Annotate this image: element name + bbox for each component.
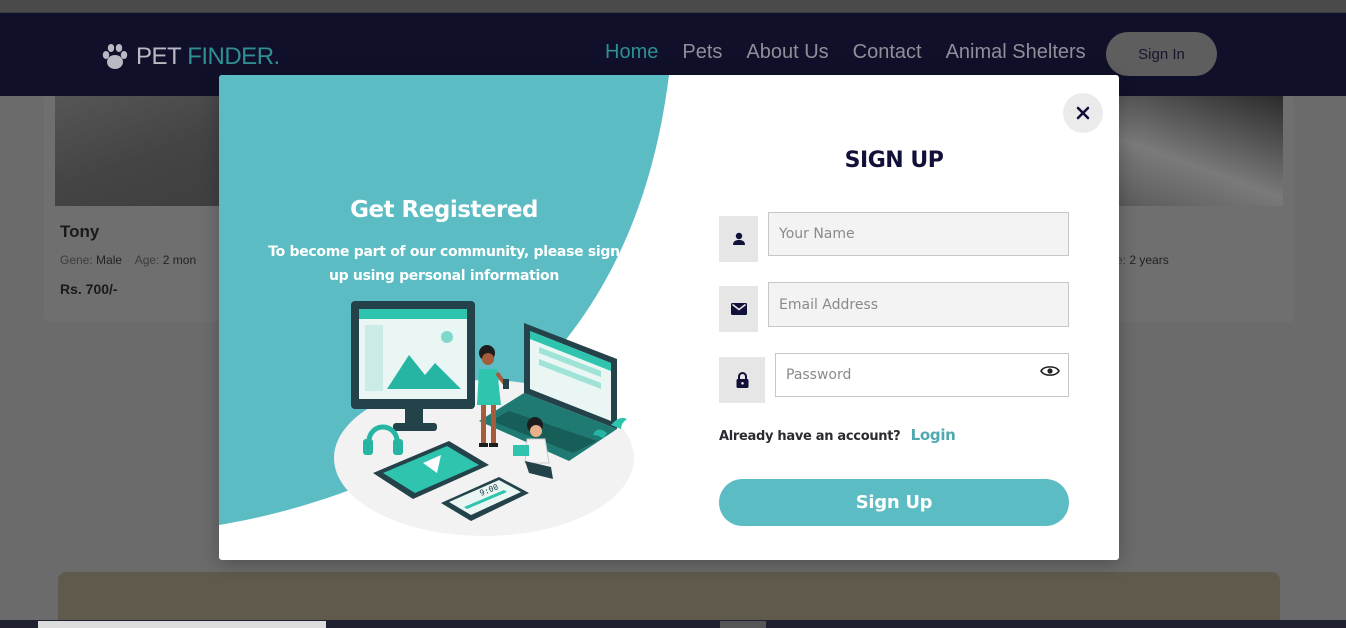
user-icon xyxy=(732,232,745,245)
sign-up-button[interactable]: Sign Up xyxy=(719,479,1069,526)
pet-meta: e: 2 years xyxy=(1116,253,1169,267)
age-value: 2 years xyxy=(1129,253,1169,267)
have-account-text: Already have an account? xyxy=(719,429,901,444)
email-input[interactable] xyxy=(768,282,1069,327)
mail-icon xyxy=(730,303,747,315)
eye-icon[interactable] xyxy=(1040,364,1060,378)
pet-card[interactable]: e: 2 years xyxy=(1116,96,1294,322)
pet-meta: Gene: Male Age: 2 mon xyxy=(60,253,196,267)
nav-link-about[interactable]: About Us xyxy=(746,41,828,64)
pet-price: Rs. 700/- xyxy=(60,281,118,297)
name-icon-box xyxy=(719,216,758,262)
taskbar-window[interactable] xyxy=(38,621,326,628)
nav-link-home[interactable]: Home xyxy=(605,41,658,64)
pet-card[interactable]: Tony Gene: Male Age: 2 mon Rs. 700/- xyxy=(44,96,224,322)
taskbar-window[interactable] xyxy=(720,621,766,628)
left-panel-title: Get Registered xyxy=(350,197,538,223)
lock-icon xyxy=(736,372,748,388)
pet-photo xyxy=(1116,96,1283,206)
gender-label: Gene: xyxy=(60,253,93,267)
password-icon-box xyxy=(719,357,765,403)
paw-icon xyxy=(102,44,128,69)
nav-link-pets[interactable]: Pets xyxy=(682,41,722,64)
signup-modal: Get Registered To become part of our com… xyxy=(219,75,1119,560)
name-input[interactable] xyxy=(768,212,1069,256)
left-panel-subtitle: To become part of our community, please … xyxy=(268,244,620,284)
close-button[interactable] xyxy=(1063,93,1103,133)
registration-illustration: 9:00 xyxy=(334,301,634,536)
password-input[interactable] xyxy=(775,353,1069,397)
pet-photo xyxy=(55,96,224,206)
login-link[interactable]: Login xyxy=(911,426,956,444)
email-icon-box xyxy=(719,286,758,332)
pet-name: Tony xyxy=(60,222,100,241)
nav-link-contact[interactable]: Contact xyxy=(853,41,922,64)
nav-link-shelters[interactable]: Animal Shelters xyxy=(946,41,1086,64)
sign-in-button[interactable]: Sign In xyxy=(1106,32,1217,76)
gender-value: Male xyxy=(96,253,123,267)
browser-top-strip xyxy=(0,0,1346,13)
nav-links: Home Pets About Us Contact Animal Shelte… xyxy=(605,41,1086,64)
taskbar xyxy=(0,620,1346,628)
brand-text-pet: PET xyxy=(136,43,182,70)
login-prompt: Already have an account? Login xyxy=(719,426,956,444)
brand-text-finder: FINDER. xyxy=(187,43,280,70)
close-icon xyxy=(1076,106,1090,120)
brand-logo[interactable]: PET FINDER. xyxy=(100,43,280,71)
age-label: Age: xyxy=(134,253,160,267)
form-title: SIGN UP xyxy=(844,148,944,173)
age-value: 2 mon xyxy=(162,253,197,267)
